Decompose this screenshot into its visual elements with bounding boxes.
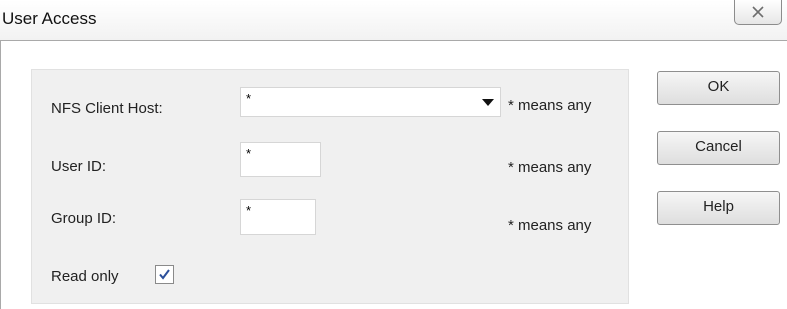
user-access-dialog: User Access NFS Client Host: * * means a… (0, 0, 787, 309)
user-id-hint: * means any (508, 159, 592, 176)
read-only-label: Read only (51, 268, 119, 285)
nfs-client-host-value: * (246, 91, 252, 106)
ok-button[interactable]: OK (657, 71, 780, 105)
title-bar: User Access (0, 0, 787, 41)
group-id-label: Group ID: (51, 210, 117, 227)
nfs-client-host-label: NFS Client Host: (51, 100, 163, 117)
group-id-value: * (246, 203, 252, 218)
help-button[interactable]: Help (657, 191, 780, 225)
nfs-client-host-dropdown[interactable]: * (240, 87, 501, 117)
read-only-checkbox[interactable] (155, 265, 174, 284)
close-button[interactable] (734, 0, 782, 25)
checkmark-icon (159, 269, 170, 280)
user-id-label: User ID: (51, 158, 107, 175)
user-id-input[interactable]: * (240, 142, 321, 177)
nfs-client-host-hint: * means any (508, 97, 592, 114)
chevron-down-icon[interactable] (482, 99, 494, 106)
user-id-value: * (246, 146, 252, 161)
group-id-hint: * means any (508, 217, 592, 234)
dialog-title: User Access (2, 9, 97, 28)
group-id-input[interactable]: * (240, 199, 316, 235)
close-icon (752, 6, 764, 18)
cancel-button[interactable]: Cancel (657, 131, 780, 165)
